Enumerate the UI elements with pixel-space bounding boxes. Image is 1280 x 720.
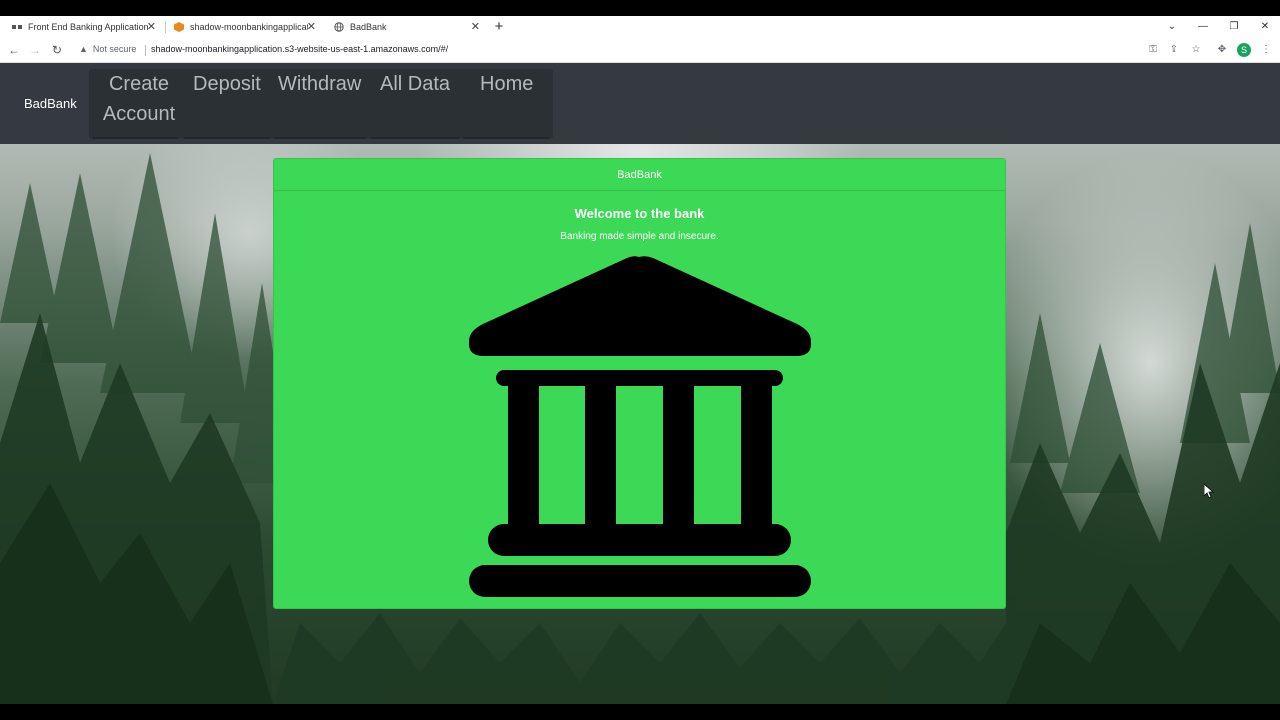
tab-title: Front End Banking Application V	[28, 22, 148, 32]
restore-button[interactable]: ❐	[1224, 16, 1244, 38]
close-tab-icon[interactable]: ✕	[307, 20, 316, 34]
url-field[interactable]: shadow-moonbankingapplication.s3-website…	[151, 44, 448, 54]
card-header: BadBank	[274, 159, 1005, 191]
bookmark-star-icon[interactable]: ☆	[1188, 42, 1204, 58]
browser-tab-active[interactable]: BadBank ✕	[322, 16, 486, 38]
welcome-card: BadBank Welcome to the bank Banking made…	[273, 158, 1006, 609]
profile-avatar[interactable]: S	[1237, 43, 1251, 57]
nav-link-label: Create	[108, 73, 170, 95]
new-tab-button[interactable]: +	[492, 16, 506, 38]
mouse-cursor-icon	[1204, 484, 1214, 498]
card-title: Welcome to the bank	[574, 206, 705, 221]
key-icon[interactable]: ⚿	[1145, 42, 1161, 58]
address-bar: ← → ↻ ▲ Not secure shadow-moonbankingapp…	[0, 38, 1280, 63]
address-separator	[145, 45, 146, 56]
nav-divider	[274, 137, 366, 139]
browser-tab-strip: Front End Banking Application V ✕ shadow…	[0, 16, 1280, 38]
tab-title: BadBank	[350, 22, 387, 32]
nav-link-all-data[interactable]: All Data	[380, 69, 450, 99]
screen-bottom-border	[0, 704, 1280, 720]
nav-divider	[463, 137, 549, 139]
nav-link-withdraw[interactable]: Withdraw	[278, 69, 361, 99]
tab-search-icon[interactable]: ⌄	[1162, 16, 1182, 38]
security-label: Not secure	[92, 44, 137, 54]
page-background: BadBank Create Account Deposit Withdraw …	[0, 63, 1280, 704]
close-tab-icon[interactable]: ✕	[147, 20, 156, 34]
share-icon[interactable]: ⇪	[1166, 42, 1182, 58]
card-text: Banking made simple and insecure.	[560, 231, 719, 242]
screen-top-border	[0, 0, 1280, 16]
tab-title: shadow-moonbankingapplicatic	[190, 22, 308, 32]
menu-icon[interactable]: ⋮	[1258, 42, 1274, 58]
minimize-button[interactable]: —	[1193, 16, 1213, 38]
globe-icon	[334, 22, 344, 32]
nav-link-home[interactable]: Home	[480, 69, 533, 99]
forward-button[interactable]: →	[27, 41, 43, 59]
nav-divider	[93, 137, 178, 139]
nav-link-create-account[interactable]: Create Account	[99, 69, 179, 129]
nav-divider	[184, 137, 270, 139]
site-navbar: BadBank Create Account Deposit Withdraw …	[0, 63, 1280, 144]
extensions-icon[interactable]: ✥	[1214, 42, 1230, 58]
browser-tab[interactable]: Front End Banking Application V ✕	[0, 16, 162, 38]
navbar-brand[interactable]: BadBank	[24, 96, 77, 111]
aws-s3-icon	[174, 22, 184, 32]
media-icon	[12, 22, 22, 32]
reload-button[interactable]: ↻	[49, 41, 65, 59]
security-indicator[interactable]: ▲ Not secure	[79, 44, 136, 54]
back-button[interactable]: ←	[6, 41, 22, 59]
close-tab-icon[interactable]: ✕	[471, 20, 480, 34]
warning-icon: ▲	[79, 44, 88, 54]
nav-divider	[371, 137, 459, 139]
browser-tab[interactable]: shadow-moonbankingapplicatic ✕	[162, 16, 322, 38]
close-window-button[interactable]: ✕	[1255, 16, 1275, 38]
bank-icon	[469, 256, 811, 597]
nav-link-label: Account	[102, 103, 176, 125]
nav-link-deposit[interactable]: Deposit	[193, 69, 261, 99]
